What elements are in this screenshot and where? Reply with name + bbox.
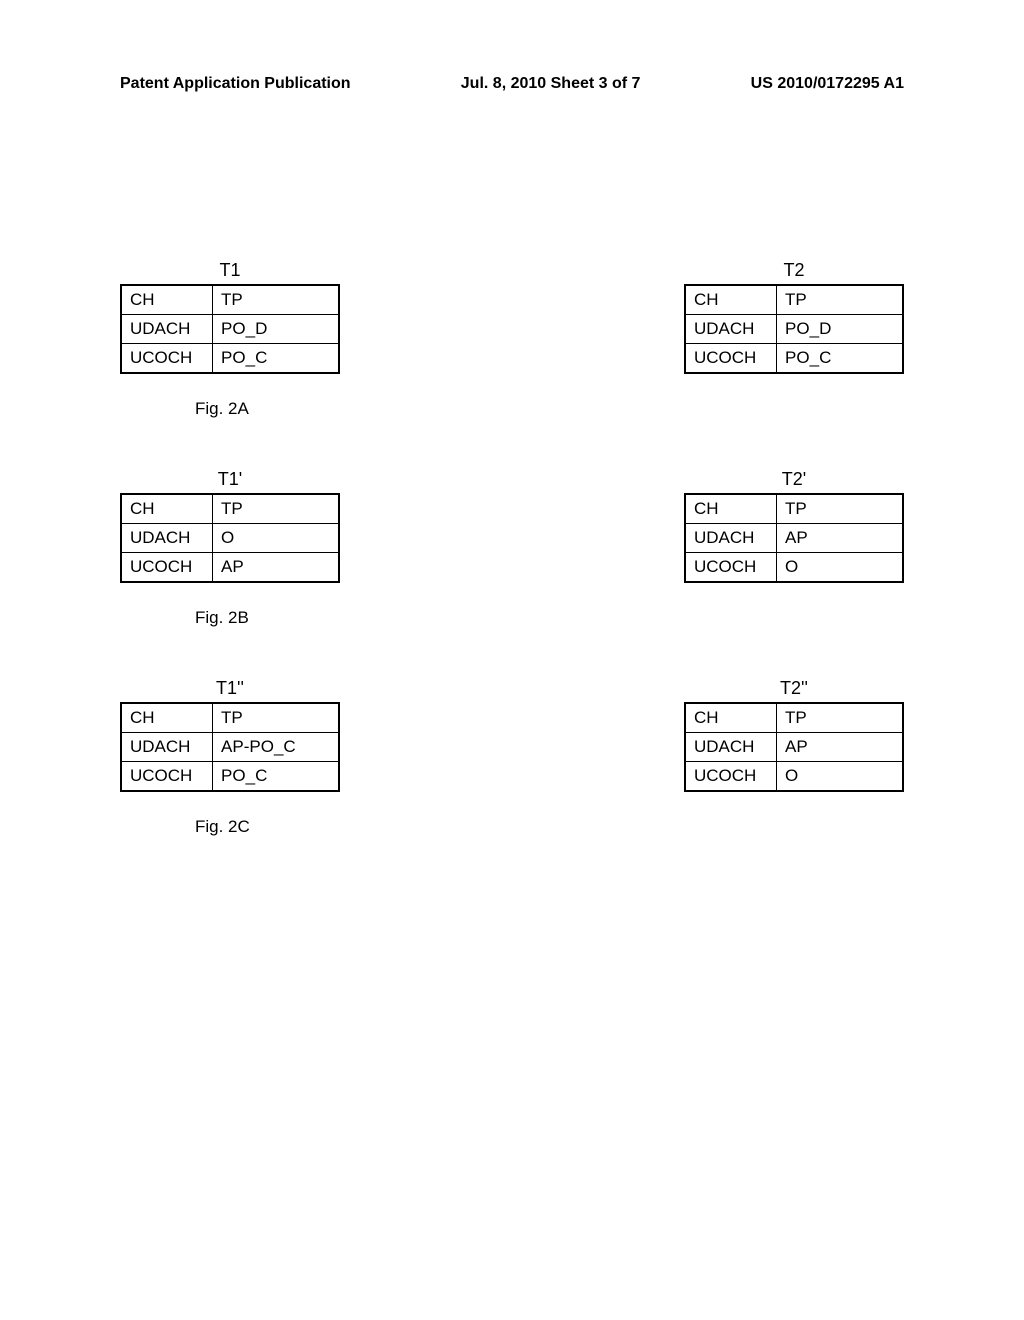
figure-2a-tables: T1 CHTP UDACHPO_D UCOCHPO_C T2 CHTP UDAC… bbox=[120, 260, 904, 374]
table-row: CHTP bbox=[121, 703, 339, 733]
table-t1-prime: T1' CHTP UDACHO UCOCHAP bbox=[120, 469, 340, 583]
cell: PO_D bbox=[777, 315, 903, 344]
table-row: UCOCHO bbox=[685, 553, 903, 583]
table-t2-prime-grid: CHTP UDACHAP UCOCHO bbox=[684, 493, 904, 583]
cell: AP bbox=[777, 524, 903, 553]
table-row: CHTP bbox=[685, 285, 903, 315]
figure-content: T1 CHTP UDACHPO_D UCOCHPO_C T2 CHTP UDAC… bbox=[0, 260, 1024, 887]
cell: CH bbox=[121, 494, 213, 524]
figure-2b-tables: T1' CHTP UDACHO UCOCHAP T2' CHTP UDACHAP… bbox=[120, 469, 904, 583]
cell: UCOCH bbox=[121, 762, 213, 792]
cell: AP bbox=[213, 553, 339, 583]
table-t2-prime-title: T2' bbox=[684, 469, 904, 490]
cell: CH bbox=[685, 703, 777, 733]
cell: PO_D bbox=[213, 315, 339, 344]
cell: UCOCH bbox=[685, 762, 777, 792]
table-t1-prime-grid: CHTP UDACHO UCOCHAP bbox=[120, 493, 340, 583]
table-row: UDACHO bbox=[121, 524, 339, 553]
cell: UDACH bbox=[121, 315, 213, 344]
cell: CH bbox=[685, 285, 777, 315]
table-row: UDACHPO_D bbox=[685, 315, 903, 344]
cell: UCOCH bbox=[121, 344, 213, 374]
cell: TP bbox=[777, 494, 903, 524]
cell: PO_C bbox=[777, 344, 903, 374]
table-row: UCOCHAP bbox=[121, 553, 339, 583]
table-row: CHTP bbox=[121, 285, 339, 315]
cell: O bbox=[777, 762, 903, 792]
table-row: CHTP bbox=[685, 494, 903, 524]
table-row: UDACHAP bbox=[685, 524, 903, 553]
header-publication-type: Patent Application Publication bbox=[120, 75, 351, 93]
cell: PO_C bbox=[213, 344, 339, 374]
table-row: UDACHAP-PO_C bbox=[121, 733, 339, 762]
cell: UCOCH bbox=[685, 553, 777, 583]
table-t2-dprime-grid: CHTP UDACHAP UCOCHO bbox=[684, 702, 904, 792]
table-row: UDACHPO_D bbox=[121, 315, 339, 344]
table-t2-prime: T2' CHTP UDACHAP UCOCHO bbox=[684, 469, 904, 583]
figure-2a-caption: Fig. 2A bbox=[195, 399, 904, 419]
cell: AP bbox=[777, 733, 903, 762]
cell: UCOCH bbox=[121, 553, 213, 583]
cell: CH bbox=[685, 494, 777, 524]
cell: UCOCH bbox=[685, 344, 777, 374]
figure-2c-caption: Fig. 2C bbox=[195, 817, 904, 837]
table-row: CHTP bbox=[121, 494, 339, 524]
cell: O bbox=[213, 524, 339, 553]
table-row: UDACHAP bbox=[685, 733, 903, 762]
table-t2: T2 CHTP UDACHPO_D UCOCHPO_C bbox=[684, 260, 904, 374]
figure-2b-caption: Fig. 2B bbox=[195, 608, 904, 628]
cell: UDACH bbox=[121, 524, 213, 553]
cell: AP-PO_C bbox=[213, 733, 339, 762]
cell: CH bbox=[121, 703, 213, 733]
cell: UDACH bbox=[685, 733, 777, 762]
table-t2-grid: CHTP UDACHPO_D UCOCHPO_C bbox=[684, 284, 904, 374]
cell: TP bbox=[213, 285, 339, 315]
table-t2-dprime-title: T2'' bbox=[684, 678, 904, 699]
page-header: Patent Application Publication Jul. 8, 2… bbox=[0, 75, 1024, 93]
cell: PO_C bbox=[213, 762, 339, 792]
table-row: CHTP bbox=[685, 703, 903, 733]
table-t1-dprime: T1'' CHTP UDACHAP-PO_C UCOCHPO_C bbox=[120, 678, 340, 792]
table-t1-dprime-grid: CHTP UDACHAP-PO_C UCOCHPO_C bbox=[120, 702, 340, 792]
table-row: UCOCHPO_C bbox=[685, 344, 903, 374]
table-row: UCOCHO bbox=[685, 762, 903, 792]
table-t2-dprime: T2'' CHTP UDACHAP UCOCHO bbox=[684, 678, 904, 792]
cell: O bbox=[777, 553, 903, 583]
table-t1-title: T1 bbox=[120, 260, 340, 281]
header-publication-number: US 2010/0172295 A1 bbox=[751, 75, 904, 93]
cell: TP bbox=[213, 703, 339, 733]
table-t1-prime-title: T1' bbox=[120, 469, 340, 490]
cell: TP bbox=[777, 703, 903, 733]
table-t1-dprime-title: T1'' bbox=[120, 678, 340, 699]
cell: UDACH bbox=[121, 733, 213, 762]
cell: UDACH bbox=[685, 524, 777, 553]
table-t1-grid: CHTP UDACHPO_D UCOCHPO_C bbox=[120, 284, 340, 374]
table-row: UCOCHPO_C bbox=[121, 344, 339, 374]
header-date-sheet: Jul. 8, 2010 Sheet 3 of 7 bbox=[461, 75, 641, 93]
cell: CH bbox=[121, 285, 213, 315]
cell: TP bbox=[213, 494, 339, 524]
cell: UDACH bbox=[685, 315, 777, 344]
table-t1: T1 CHTP UDACHPO_D UCOCHPO_C bbox=[120, 260, 340, 374]
table-t2-title: T2 bbox=[684, 260, 904, 281]
cell: TP bbox=[777, 285, 903, 315]
figure-2c-tables: T1'' CHTP UDACHAP-PO_C UCOCHPO_C T2'' CH… bbox=[120, 678, 904, 792]
table-row: UCOCHPO_C bbox=[121, 762, 339, 792]
